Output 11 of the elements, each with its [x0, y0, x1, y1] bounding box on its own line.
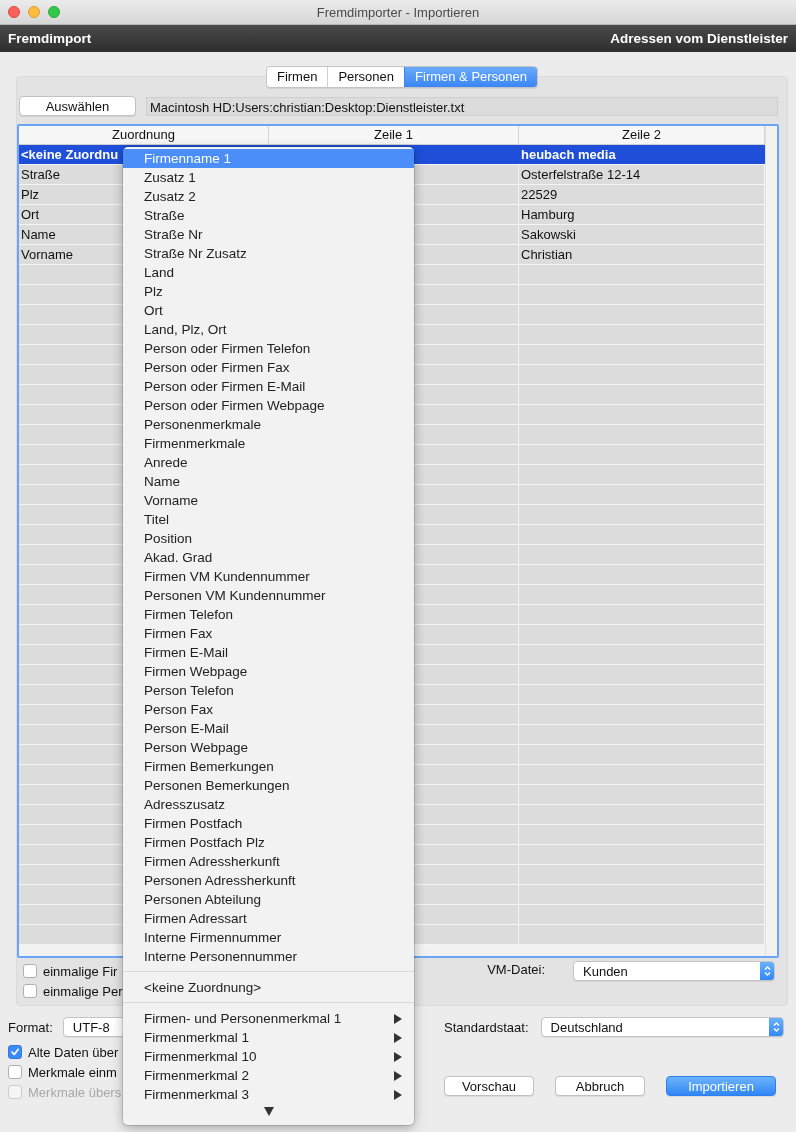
checkbox-label: einmalige Per	[43, 983, 123, 999]
header-title: Fremdimport	[8, 31, 92, 46]
checkbox-label: Alte Daten über	[28, 1044, 119, 1060]
header-subtitle: Adressen vom Dienstleister	[610, 31, 788, 46]
window-title: Fremdimporter - Importieren	[316, 4, 480, 20]
field-label: Format:	[8, 1019, 53, 1035]
checkbox-label: einmalige Fir	[43, 963, 118, 979]
field-label: Standardstaat:	[444, 1019, 529, 1035]
field-label: VM-Datei:	[487, 962, 545, 977]
checkbox-label: Merkmale einm	[28, 1064, 117, 1080]
checkbox-label: Merkmale übers	[28, 1084, 122, 1100]
